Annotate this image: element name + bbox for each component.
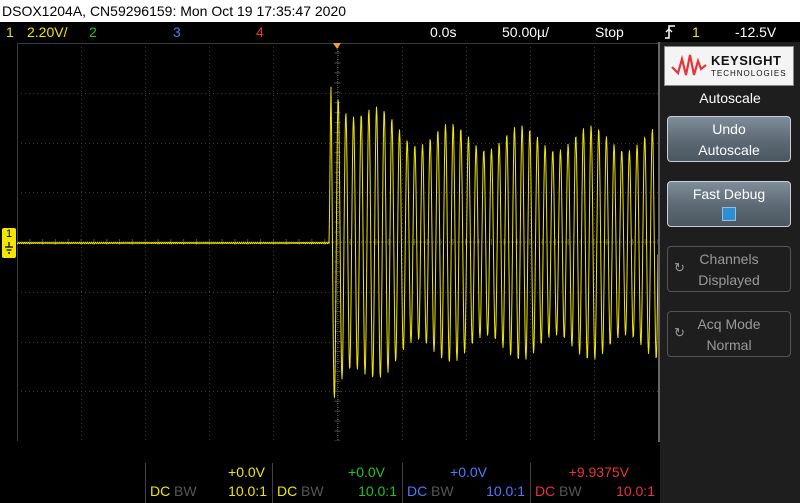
ch3-info[interactable]: +0.0V DC BW 10.0:1: [402, 463, 529, 503]
undo-autoscale-button[interactable]: Undo Autoscale: [667, 116, 791, 162]
ch3-number[interactable]: 3: [173, 22, 181, 42]
menu-title: Autoscale: [699, 90, 761, 106]
ch1-number[interactable]: 1: [6, 22, 14, 42]
channels-displayed-button[interactable]: ↻ Channels Displayed: [667, 246, 791, 292]
keysight-logo: KEYSIGHT TECHNOLOGIES: [664, 46, 794, 86]
waveform-display[interactable]: [17, 43, 658, 441]
keysight-wave-icon: [671, 54, 707, 76]
window-title: DSOX1204A, CN59296159: Mon Oct 19 17:35:…: [0, 0, 800, 22]
run-state[interactable]: Stop: [595, 22, 624, 42]
acq-mode-button[interactable]: ↻ Acq Mode Normal: [667, 311, 791, 357]
ch4-info[interactable]: +9.9375V DC BW 10.0:1: [530, 463, 659, 503]
time-delay[interactable]: 0.0s: [430, 22, 456, 42]
fast-debug-checkbox[interactable]: [722, 207, 736, 221]
refresh-icon: ↻: [674, 325, 685, 340]
ch1-ground-marker[interactable]: 1: [2, 228, 16, 258]
channel-info-bar: +0.0V DC BW 10.0:1 +0.0V DC BW 10.0:1 +0…: [0, 463, 660, 503]
ch1-scale[interactable]: 2.20V/: [27, 22, 67, 42]
status-bar: 1 2.20V/ 2 3 4 0.0s 50.00µ/ Stop 1 -12.5…: [0, 22, 800, 42]
fast-debug-button[interactable]: Fast Debug: [667, 181, 791, 227]
ch2-info[interactable]: +0.0V DC BW 10.0:1: [272, 463, 401, 503]
ch1-info[interactable]: +0.0V DC BW 10.0:1: [145, 463, 271, 503]
trigger-source[interactable]: 1: [692, 22, 700, 42]
softkey-panel: KEYSIGHT TECHNOLOGIES Autoscale Undo Aut…: [660, 42, 800, 503]
time-scale[interactable]: 50.00µ/: [502, 22, 549, 42]
ch2-number[interactable]: 2: [89, 22, 97, 42]
refresh-icon: ↻: [674, 260, 685, 275]
trigger-level[interactable]: -12.5V: [735, 22, 776, 42]
ch4-number[interactable]: 4: [256, 22, 264, 42]
